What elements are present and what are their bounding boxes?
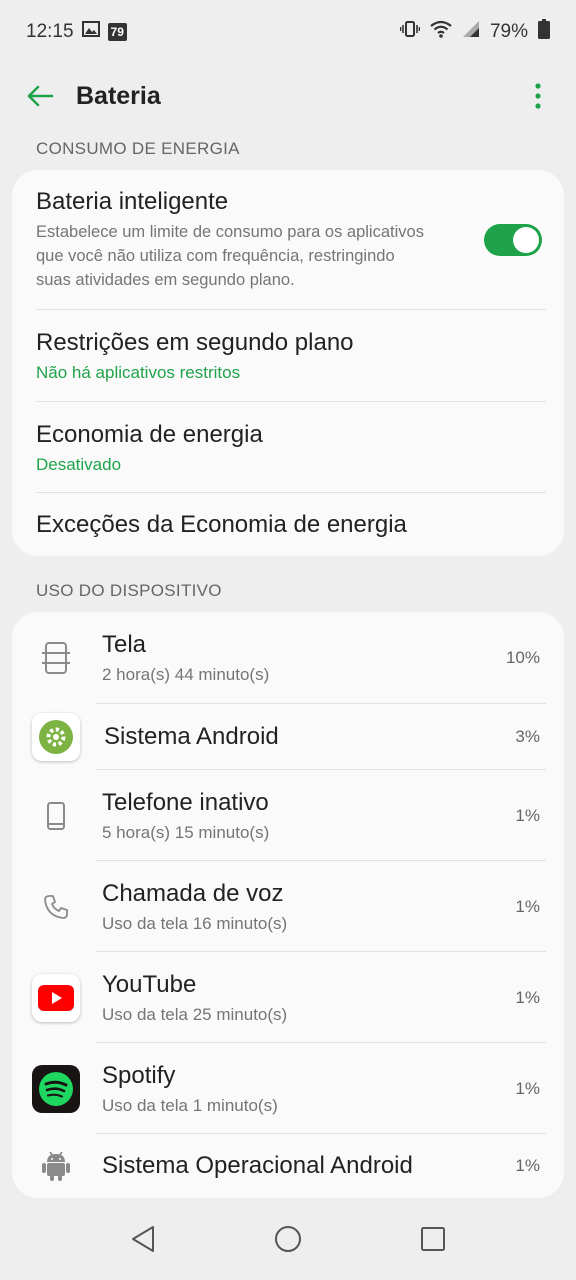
smart-battery-description: Estabelece um limite de consumo para os … (36, 223, 424, 289)
usage-name: Chamada de voz (102, 879, 284, 907)
usage-name: YouTube (102, 970, 197, 998)
nav-back-icon[interactable] (123, 1219, 163, 1259)
usage-percent: 1% (515, 987, 540, 1007)
usage-percent: 1% (515, 896, 540, 916)
smart-battery-row[interactable]: Bateria inteligente Estabelece um limite… (12, 170, 564, 310)
spotify-icon (32, 1064, 80, 1113)
usage-row-phone-idle[interactable]: Telefone inativo 5 hora(s) 15 minuto(s) … (12, 770, 564, 861)
power-saving-title: Economia de energia (36, 420, 263, 448)
usage-name: Sistema Operacional Android (102, 1152, 413, 1179)
navigation-bar (0, 1198, 576, 1280)
android-os-icon (32, 1142, 80, 1190)
power-saving-row[interactable]: Economia de energia Desativado (12, 402, 564, 493)
usage-row-youtube[interactable]: YouTube Uso da tela 25 minuto(s) 1% (12, 952, 564, 1043)
usage-row-screen[interactable]: Tela 2 hora(s) 44 minuto(s) 10% (12, 612, 564, 704)
section-label-usage: USO DO DISPOSITIVO (36, 581, 222, 600)
usage-percent: 1% (515, 1078, 540, 1098)
power-saving-status: Desativado (36, 454, 122, 474)
section-label-consumption: CONSUMO DE ENERGIA (36, 139, 240, 158)
screen-icon (32, 634, 80, 682)
usage-row-android-system[interactable]: Sistema Android 3% (12, 704, 564, 770)
gallery-notification-icon (81, 21, 100, 43)
usage-percent: 1% (515, 1156, 540, 1175)
usage-detail: Uso da tela 25 minuto(s) (102, 1004, 288, 1024)
back-arrow-icon[interactable] (26, 81, 56, 111)
usage-detail: Uso da tela 16 minuto(s) (102, 913, 288, 933)
smart-battery-toggle[interactable] (484, 224, 542, 256)
usage-row-spotify[interactable]: Spotify Uso da tela 1 minuto(s) 1% (12, 1043, 564, 1134)
usage-row-android-os[interactable]: Sistema Operacional Android 1% (12, 1134, 564, 1198)
notification-badge: 79 (107, 23, 127, 41)
usage-name: Tela (102, 631, 147, 658)
status-bar: 12:15 79 79% (0, 0, 576, 64)
consumption-card: Bateria inteligente Estabelece um limite… (12, 170, 564, 556)
usage-name: Sistema Android (104, 723, 279, 750)
usage-percent: 1% (515, 805, 540, 825)
vibrate-icon (399, 20, 421, 44)
usage-detail: 2 hora(s) 44 minuto(s) (102, 665, 270, 684)
background-restrictions-row[interactable]: Restrições em segundo plano Não há aplic… (12, 310, 564, 402)
signal-icon (462, 20, 480, 44)
usage-percent: 3% (515, 727, 540, 746)
toggle-knob (513, 227, 539, 253)
wifi-icon (430, 20, 452, 44)
usage-detail: 5 hora(s) 15 minuto(s) (102, 822, 270, 842)
nav-recents-icon[interactable] (413, 1219, 453, 1259)
background-restrictions-status: Não há aplicativos restritos (36, 363, 241, 382)
youtube-icon (32, 973, 80, 1022)
background-restrictions-title: Restrições em segundo plano (36, 329, 354, 356)
usage-name: Telefone inativo (102, 788, 269, 816)
power-saving-exceptions-title: Exceções da Economia de energia (36, 510, 407, 538)
battery-percent: 79% (489, 21, 528, 42)
usage-detail: Uso da tela 1 minuto(s) (102, 1095, 278, 1115)
usage-name: Spotify (102, 1061, 176, 1089)
phone-call-icon (32, 883, 80, 931)
phone-idle-icon (32, 792, 80, 840)
more-options-icon[interactable] (526, 81, 550, 111)
app-bar: Bateria (0, 64, 576, 128)
usage-row-voice-call[interactable]: Chamada de voz Uso da tela 16 minuto(s) … (12, 861, 564, 952)
smart-battery-title: Bateria inteligente (36, 188, 229, 215)
nav-home-icon[interactable] (268, 1219, 308, 1259)
usage-card: Tela 2 hora(s) 44 minuto(s) 10% Sistema … (12, 612, 564, 1198)
android-system-icon (32, 713, 80, 761)
battery-icon (538, 19, 550, 45)
status-time: 12:15 (26, 21, 74, 42)
usage-percent: 10% (505, 648, 540, 667)
page-title: Bateria (76, 81, 161, 110)
power-saving-exceptions-row[interactable]: Exceções da Economia de energia (12, 493, 564, 556)
